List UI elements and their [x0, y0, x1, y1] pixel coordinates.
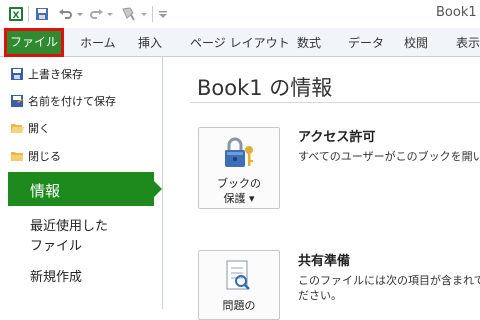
- save-icon: [11, 68, 23, 80]
- paint-dropdown-icon[interactable]: [140, 6, 148, 22]
- excel-app-icon[interactable]: X: [8, 6, 24, 22]
- permissions-description: すべてのユーザーがこのブックを開い: [298, 150, 480, 163]
- prepare-description-line2: ださい。: [298, 289, 342, 302]
- page-title: Book1 の情報: [197, 76, 333, 100]
- svg-text:X: X: [13, 11, 20, 21]
- menu-close[interactable]: 閉じる: [28, 148, 61, 164]
- title-divider: [190, 102, 480, 103]
- menu-save-as[interactable]: 名前を付けて保存: [28, 93, 116, 109]
- tab-insert[interactable]: 挿入: [138, 34, 162, 51]
- protect-workbook-label: ブックの 保護 ▾: [217, 177, 261, 205]
- menu-recent-files[interactable]: 最近使用した ファイル: [30, 217, 108, 257]
- menu-info-label: 情報: [30, 182, 61, 200]
- tab-formulas[interactable]: 数式: [297, 34, 321, 51]
- tab-file[interactable]: ファイル: [4, 28, 64, 57]
- permissions-heading: アクセス許可: [298, 130, 376, 145]
- check-issues-label: 問題の: [222, 299, 256, 312]
- tab-review[interactable]: 校閲: [404, 34, 428, 51]
- format-painter-icon[interactable]: [120, 6, 138, 22]
- tab-view[interactable]: 表示: [456, 34, 480, 51]
- tab-data[interactable]: データ: [348, 34, 384, 51]
- document-check-icon: [226, 260, 250, 290]
- redo-icon[interactable]: [88, 6, 104, 22]
- tab-home[interactable]: ホーム: [80, 34, 116, 51]
- close-folder-icon: [11, 152, 23, 161]
- check-issues-button[interactable]: 問題の: [198, 250, 280, 320]
- prepare-description-line1: このファイルには次の項目が含まれて: [298, 274, 480, 287]
- menu-open[interactable]: 開く: [28, 120, 50, 136]
- redo-dropdown-icon[interactable]: [106, 6, 114, 22]
- menu-new[interactable]: 新規作成: [30, 268, 82, 288]
- protect-workbook-button[interactable]: ブックの 保護 ▾: [198, 127, 280, 209]
- lock-key-icon: [225, 137, 253, 167]
- undo-dropdown-icon[interactable]: [76, 6, 84, 22]
- menu-save[interactable]: 上書き保存: [28, 66, 83, 82]
- prepare-heading: 共有準備: [298, 254, 351, 269]
- window-title: Book1: [436, 5, 477, 20]
- save-as-icon: [11, 95, 23, 107]
- tab-page-layout[interactable]: ページ レイアウト: [190, 34, 290, 51]
- customize-qat-icon[interactable]: [158, 6, 168, 22]
- title-bar: X Book1: [0, 0, 480, 28]
- open-folder-icon: [11, 124, 24, 133]
- save-icon[interactable]: [34, 6, 50, 22]
- undo-icon[interactable]: [58, 6, 74, 22]
